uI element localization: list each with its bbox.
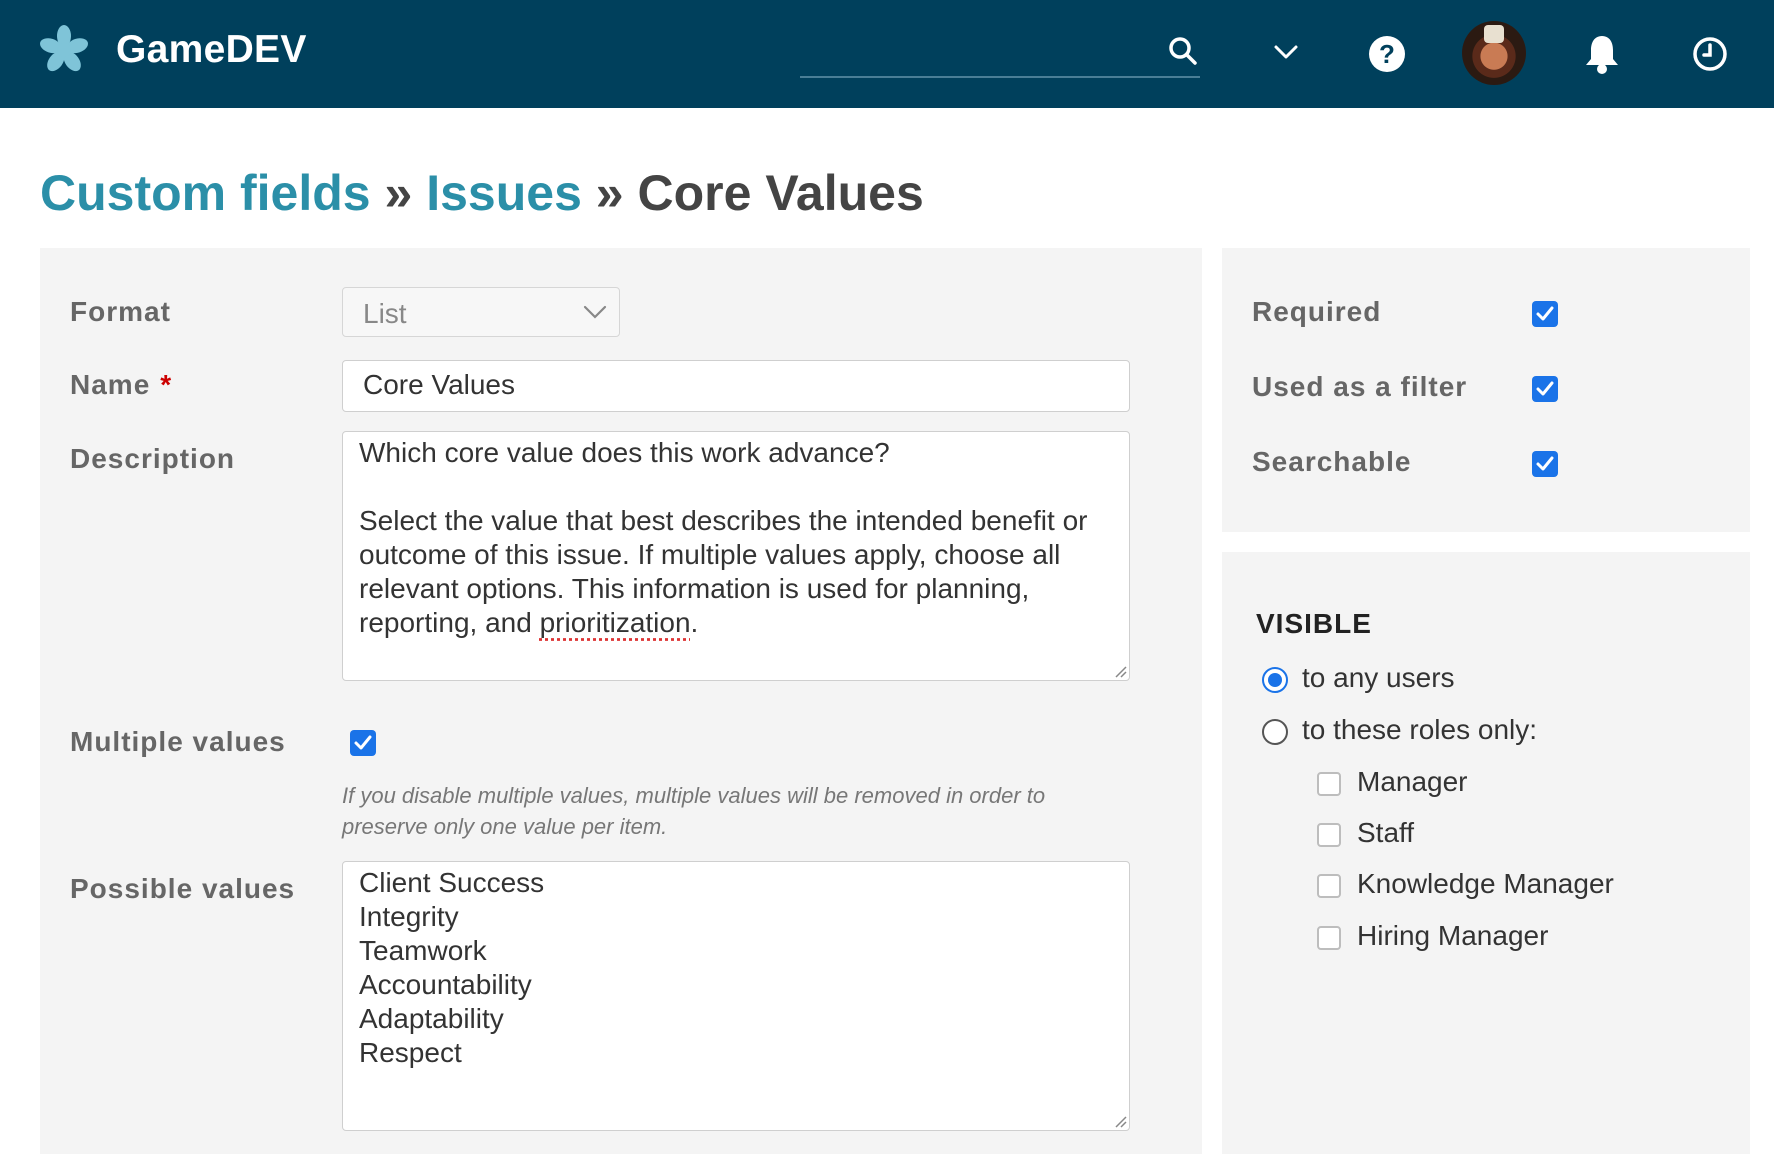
visible-roles-only-label[interactable]: to these roles only: [1302,714,1537,746]
role-label-staff[interactable]: Staff [1357,817,1414,849]
checkmark-icon [1536,456,1554,471]
used-as-filter-label: Used as a filter [1252,371,1468,402]
page-title: Core Values [637,165,924,221]
help-icon[interactable]: ? [1368,35,1406,73]
role-checkbox-knowledge-manager[interactable] [1317,874,1341,898]
top-navigation-bar: GameDEV ? [0,0,1774,108]
possible-values-textarea[interactable]: Client Success Integrity Teamwork Accoun… [342,861,1130,1131]
format-select[interactable]: List [342,287,620,337]
format-select-value: List [363,298,407,329]
visible-any-users-radio[interactable] [1262,667,1288,693]
breadcrumb: Custom fields » Issues » Core Values [40,164,924,222]
asterisk-logo-icon[interactable] [38,24,90,76]
checkmark-icon [354,735,372,750]
role-checkbox-staff[interactable] [1317,823,1341,847]
name-label: Name * [70,369,172,401]
name-field[interactable]: Core Values [342,360,1130,412]
app-title[interactable]: GameDEV [116,28,307,72]
required-marker: * [160,369,173,400]
possible-value: Teamwork [359,935,487,966]
searchable-checkbox[interactable] [1532,451,1558,477]
breadcrumb-link-issues[interactable]: Issues [426,165,582,221]
breadcrumb-separator: » [595,165,624,221]
possible-value: Client Success [359,867,545,898]
checkmark-icon [1536,381,1554,396]
description-line-1: Which core value does this work advance? [359,437,890,468]
role-checkbox-manager[interactable] [1317,772,1341,796]
chevron-down-icon [583,305,607,319]
multiple-values-checkbox[interactable] [350,730,376,756]
resize-handle-icon[interactable] [1113,664,1127,678]
possible-value: Accountability [359,969,532,1000]
role-label-knowledge-manager[interactable]: Knowledge Manager [1357,868,1614,900]
description-misspelled-word: prioritization [539,607,691,638]
possible-value: Integrity [359,901,459,932]
role-checkbox-hiring-manager[interactable] [1317,926,1341,950]
required-checkbox[interactable] [1532,301,1558,327]
possible-value: Adaptability [359,1003,504,1034]
description-textarea[interactable]: Which core value does this work advance?… [342,431,1130,681]
svg-text:?: ? [1379,39,1395,69]
visible-any-users-label[interactable]: to any users [1302,662,1455,694]
format-label: Format [70,296,171,327]
role-label-hiring-manager[interactable]: Hiring Manager [1357,920,1548,952]
avatar[interactable] [1462,21,1526,85]
visible-heading: VISIBLE [1256,608,1372,639]
bell-icon[interactable] [1583,33,1621,75]
searchable-label: Searchable [1252,446,1412,477]
search-icon[interactable] [1168,36,1198,66]
required-label: Required [1252,296,1382,327]
checkmark-icon [1536,306,1554,321]
breadcrumb-link-custom-fields[interactable]: Custom fields [40,165,371,221]
possible-value: Respect [359,1037,462,1068]
search-input[interactable] [800,30,1200,78]
resize-handle-icon[interactable] [1113,1114,1127,1128]
used-as-filter-checkbox[interactable] [1532,376,1558,402]
name-label-text: Name [70,369,151,400]
chevron-down-icon[interactable] [1272,40,1300,64]
multiple-values-hint: If you disable multiple values, multiple… [342,783,1046,839]
role-label-manager[interactable]: Manager [1357,766,1468,798]
visible-roles-only-radio[interactable] [1262,719,1288,745]
description-label: Description [70,443,236,474]
visibility-panel [1222,552,1750,1154]
description-body: Select the value that best describes the… [359,505,1096,638]
description-end: . [690,607,699,638]
clock-icon[interactable] [1692,36,1728,72]
multiple-values-label: Multiple values [70,726,286,757]
possible-values-label: Possible values [70,873,296,904]
breadcrumb-separator: » [384,165,413,221]
